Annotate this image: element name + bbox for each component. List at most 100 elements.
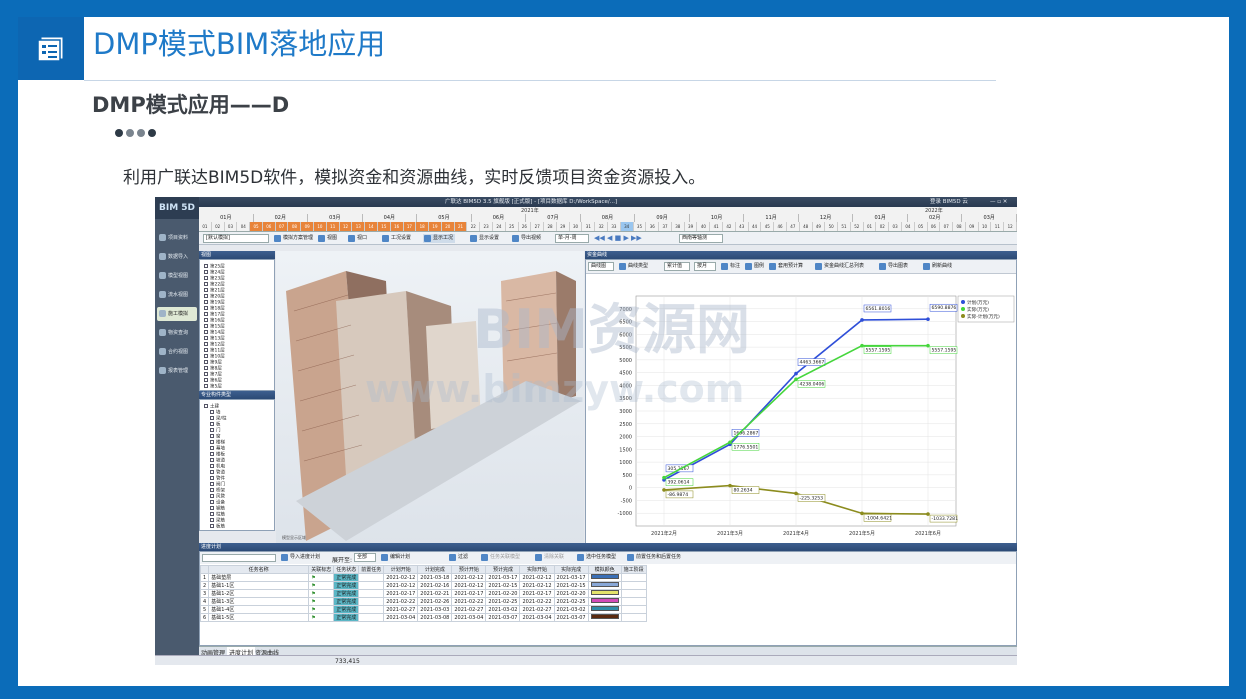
timeline-week[interactable]: 10 — [979, 222, 992, 231]
toolbar-btn-view[interactable]: 视图 — [317, 234, 339, 243]
column-header[interactable]: 模拟颜色 — [587, 565, 622, 574]
timeline-week[interactable]: 36 — [646, 222, 660, 231]
select-task-model-checkbox[interactable]: 选中任务模型 — [576, 553, 618, 562]
timeline-week[interactable]: 19 — [429, 222, 442, 231]
period-select[interactable]: 单-月-周 — [555, 234, 589, 243]
checkbox-icon[interactable] — [210, 494, 214, 498]
period-mode-select[interactable]: 按月 — [694, 262, 716, 271]
checkbox-icon[interactable] — [204, 282, 208, 286]
checkbox-icon[interactable] — [204, 384, 208, 388]
timeline-week[interactable]: 06 — [262, 222, 276, 231]
column-header[interactable]: 实际完成 — [553, 565, 589, 574]
timeline-week[interactable]: 15 — [377, 222, 391, 231]
checkbox-icon[interactable] — [204, 372, 208, 376]
sidebar-item[interactable]: 物资查询 — [157, 326, 197, 340]
apply-precalc-button[interactable]: 套用预计算 — [768, 262, 805, 271]
sidebar-item[interactable]: 报表管理 — [157, 364, 197, 378]
timeline-week[interactable]: 14 — [365, 222, 378, 231]
timeline-week[interactable]: 08 — [953, 222, 966, 231]
refresh-curve-button[interactable]: 刷新曲线 — [922, 262, 954, 271]
column-header[interactable]: 施工阶段 — [620, 565, 647, 574]
timeline-week[interactable]: 26 — [519, 222, 532, 231]
timeline-week[interactable]: 08 — [288, 222, 302, 231]
column-header[interactable]: 预计开始 — [451, 565, 487, 574]
timeline-week[interactable]: 44 — [749, 222, 762, 231]
timeline-week[interactable]: 02 — [212, 222, 225, 231]
column-header[interactable]: 预计完成 — [485, 565, 521, 574]
sidebar-item[interactable]: 施工模拟 — [157, 307, 197, 321]
checkbox-icon[interactable] — [204, 366, 208, 370]
timeline-week[interactable]: 24 — [493, 222, 506, 231]
timeline-week[interactable]: 30 — [570, 222, 583, 231]
link-model-button[interactable]: 任务关联模型 — [480, 553, 522, 562]
timeline-week[interactable]: 49 — [813, 222, 826, 231]
checkbox-icon[interactable] — [204, 300, 208, 304]
column-header[interactable]: 前置任务 — [358, 565, 385, 574]
timeline-week[interactable]: 11 — [326, 222, 340, 231]
timeline-week[interactable]: 27 — [531, 222, 545, 231]
checkbox-icon[interactable] — [204, 264, 208, 268]
table-row[interactable]: 5 基础1-4区 ⚑ 正常完成 2021-02-27 2021-03-03 2021-02-… — [199, 605, 647, 614]
sidebar-item[interactable]: 项目资料 — [157, 231, 197, 245]
table-row[interactable]: 1 基础垫层 ⚑ 正常完成 2021-02-12 2021-03-18 2021-02-12… — [199, 573, 647, 582]
timeline-week[interactable]: 18 — [416, 222, 430, 231]
checkbox-icon[interactable] — [204, 276, 208, 280]
show-labels-checkbox[interactable]: 标注 — [720, 262, 742, 271]
checkbox-icon[interactable] — [204, 378, 208, 382]
checkbox-icon[interactable] — [204, 312, 208, 316]
pred-succ-checkbox[interactable]: 前置任务和后置任务 — [626, 553, 683, 562]
checkbox-icon[interactable] — [210, 446, 214, 450]
checkbox-icon[interactable] — [210, 512, 214, 516]
timeline-week[interactable]: 28 — [544, 222, 557, 231]
column-header[interactable]: 计划完成 — [417, 565, 453, 574]
timeline-week[interactable]: 25 — [506, 222, 519, 231]
timeline-week[interactable]: 32 — [595, 222, 608, 231]
toolbar-btn-plan[interactable]: 模拟方案管理 — [273, 234, 315, 243]
checkbox-icon[interactable] — [210, 434, 214, 438]
curve-type-button[interactable]: 曲线类型 — [618, 262, 650, 271]
timeline-week[interactable]: 39 — [685, 222, 698, 231]
timeline-week[interactable]: 23 — [480, 222, 493, 231]
timeline-week[interactable]: 12 — [1004, 222, 1017, 231]
checkbox-icon[interactable] — [210, 506, 214, 510]
cloud-login-link[interactable]: 登录 BIM5D 云 — [930, 197, 968, 207]
view-angle-select[interactable]: 西南等轴测 — [679, 234, 723, 243]
timeline-week[interactable]: 29 — [557, 222, 570, 231]
checkbox-icon[interactable] — [204, 288, 208, 292]
column-header[interactable] — [199, 565, 210, 574]
timeline-week[interactable]: 12 — [339, 222, 353, 231]
checkbox-icon[interactable] — [210, 422, 214, 426]
color-swatch[interactable] — [590, 598, 619, 603]
timeline-week[interactable]: 41 — [710, 222, 724, 231]
timeline-week[interactable]: 07 — [275, 222, 289, 231]
timeline-week[interactable]: 21 — [454, 222, 468, 231]
column-header[interactable]: 计划开始 — [383, 565, 419, 574]
checkbox-icon[interactable] — [204, 270, 208, 274]
import-schedule-button[interactable]: 导入进度计划 — [280, 553, 322, 562]
table-row[interactable]: 2 基础1-1区 ⚑ 正常完成 2021-02-12 2021-02-16 2021-02-… — [199, 581, 647, 590]
checkbox-icon[interactable] — [204, 294, 208, 298]
sidebar-item[interactable]: 模型视图 — [157, 269, 197, 283]
timeline-week[interactable]: 07 — [940, 222, 954, 231]
checkbox-icon[interactable] — [210, 416, 214, 420]
toolbar-btn-display[interactable]: 显示设置 — [469, 234, 501, 243]
schedule-search-input[interactable] — [202, 554, 276, 562]
timeline-week[interactable]: 48 — [800, 222, 813, 231]
timeline-week[interactable]: 13 — [352, 222, 366, 231]
checkbox-icon[interactable] — [210, 482, 214, 486]
timeline-week[interactable]: 06 — [928, 222, 941, 231]
timeline-week[interactable]: 51 — [838, 222, 851, 231]
timeline-week[interactable]: 16 — [390, 222, 404, 231]
timeline-week[interactable]: 50 — [825, 222, 839, 231]
tree-row[interactable]: 第5层 — [204, 384, 222, 390]
checkbox-icon[interactable] — [204, 354, 208, 358]
column-header[interactable]: 关联标志 — [308, 565, 335, 574]
timeline-week[interactable]: 46 — [774, 222, 787, 231]
timeline-week[interactable]: 05 — [915, 222, 928, 231]
timeline-ruler[interactable]: 2021年 2022年 01月 02月 03月 04月 05月 06月 07月 08月 09月 1… — [199, 207, 1017, 232]
timeline-week[interactable]: 03 — [225, 222, 238, 231]
color-swatch[interactable] — [590, 614, 619, 619]
fund-summary-button[interactable]: 资金曲线汇总列表 — [814, 262, 866, 271]
expand-level-select[interactable]: 全部 — [354, 553, 376, 562]
timeline-week[interactable]: 03 — [889, 222, 902, 231]
